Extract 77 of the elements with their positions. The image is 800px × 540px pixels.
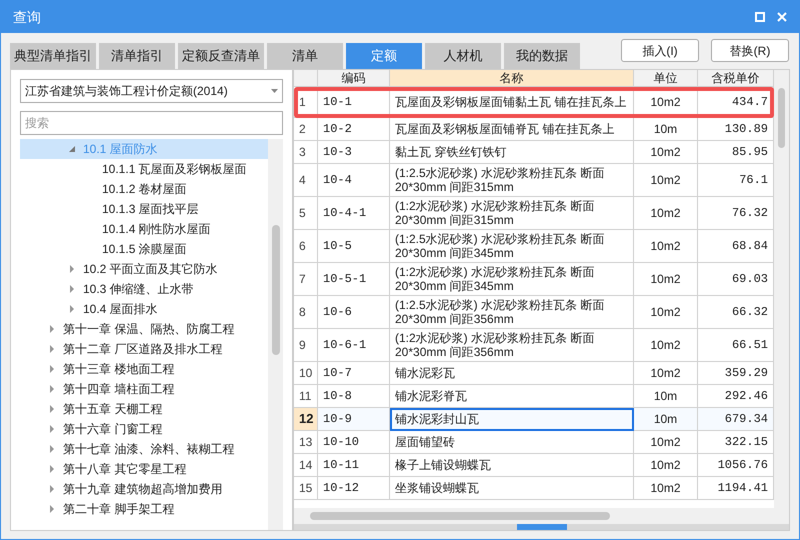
column-header[interactable]: 名称 (390, 70, 634, 87)
table-row[interactable]: 15 10-12 坐浆铺设蝴蝶瓦 10m2 1194.41 (294, 477, 774, 500)
tree-item[interactable]: 10.2 平面立面及其它防水 (20, 259, 268, 279)
tree-item[interactable]: 10.3 伸缩缝、止水带 (20, 279, 268, 299)
tree-item[interactable]: 10.1.4 刚性防水屋面 (20, 219, 268, 239)
collapse-arrow-icon[interactable] (69, 145, 75, 153)
table-row[interactable]: 3 10-3 黏土瓦 穿铁丝钉铁钉 10m2 85.95 (294, 141, 774, 164)
table-row[interactable]: 5 10-4-1 (1:2水泥砂浆) 水泥砂浆粉挂瓦条 断面 20*30mm 间距315mm 10m2 76.32 (294, 197, 774, 230)
expand-arrow-icon[interactable] (49, 365, 55, 373)
window-title: 查询 (13, 8, 41, 26)
action-button[interactable]: 替换(R) (711, 39, 789, 62)
expand-arrow-icon[interactable] (49, 485, 55, 493)
tree-item[interactable]: 第十七章 油漆、涂料、裱糊工程 (20, 439, 268, 459)
tree-item[interactable]: 10.4 屋面排水 (20, 299, 268, 319)
expand-arrow-icon[interactable] (49, 385, 55, 393)
table-row[interactable]: 14 10-11 椽子上铺设蝴蝶瓦 10m2 1056.76 (294, 454, 774, 477)
tab[interactable]: 定额反查清单 (178, 43, 264, 69)
expand-arrow-icon[interactable] (49, 445, 55, 453)
table-cell: 铺水泥彩脊瓦 (390, 385, 634, 408)
table-row[interactable]: 13 10-10 屋面铺望砖 10m2 322.15 (294, 431, 774, 454)
tree-item[interactable]: 第二十章 脚手架工程 (20, 499, 268, 519)
expand-arrow-icon[interactable] (49, 325, 55, 333)
tab[interactable]: 我的数据 (504, 43, 580, 69)
expand-arrow-icon[interactable] (69, 305, 75, 313)
table-cell: 坐浆铺设蝴蝶瓦 (390, 477, 634, 500)
tab[interactable]: 典型清单指引 (10, 43, 96, 69)
tree-item[interactable]: 第十五章 天棚工程 (20, 399, 268, 419)
quota-dropdown[interactable]: 江苏省建筑与装饰工程计价定额(2014) (20, 79, 283, 103)
expand-arrow-icon[interactable] (49, 465, 55, 473)
tree-item[interactable]: 第十八章 其它零星工程 (20, 459, 268, 479)
splitter-handle[interactable] (294, 524, 789, 530)
action-button[interactable]: 插入(I) (621, 39, 699, 62)
maximize-icon[interactable] (755, 12, 765, 22)
table-row[interactable]: 9 10-6-1 (1:2水泥砂浆) 水泥砂浆粉挂瓦条 断面 20*30mm 间距356mm 10m2 66.51 (294, 329, 774, 362)
tree-item[interactable]: 10.1.2 卷材屋面 (20, 179, 268, 199)
row-number: 12 (294, 408, 318, 431)
tree-item[interactable]: 第十一章 保温、隔热、防腐工程 (20, 319, 268, 339)
table-row[interactable]: 12 10-9 铺水泥彩封山瓦 10m 679.34 (294, 408, 774, 431)
column-header[interactable]: 单位 (634, 70, 698, 87)
tab[interactable]: 清单 (267, 43, 343, 69)
tree-item[interactable]: 第十二章 厂区道路及排水工程 (20, 339, 268, 359)
table-cell: 铺水泥彩封山瓦 (390, 408, 634, 431)
close-icon[interactable] (777, 12, 787, 22)
expand-arrow-icon[interactable] (69, 285, 75, 293)
tree-item[interactable]: 第十四章 墙柱面工程 (20, 379, 268, 399)
tab[interactable]: 人材机 (425, 43, 501, 69)
tab[interactable]: 清单指引 (99, 43, 175, 69)
vertical-scrollbar[interactable] (774, 70, 789, 508)
table-cell: 10-12 (318, 477, 390, 500)
table-row[interactable]: 10 10-7 铺水泥彩瓦 10m2 359.29 (294, 362, 774, 385)
table-row[interactable]: 4 10-4 (1:2.5水泥砂浆) 水泥砂浆粉挂瓦条 断面 20*30mm 间距315mm 10m2 76.1 (294, 164, 774, 197)
search-field[interactable]: 搜索 (20, 111, 283, 135)
expand-arrow-icon[interactable] (49, 505, 55, 513)
table-row[interactable]: 7 10-5-1 (1:2水泥砂浆) 水泥砂浆粉挂瓦条 断面 20*30mm 间距345mm 10m2 69.03 (294, 263, 774, 296)
tree-item[interactable]: 第十三章 楼地面工程 (20, 359, 268, 379)
expand-arrow-icon[interactable] (49, 345, 55, 353)
expand-arrow-icon[interactable] (49, 405, 55, 413)
table-row[interactable]: 6 10-5 (1:2.5水泥砂浆) 水泥砂浆粉挂瓦条 断面 20*30mm 间距345mm 10m2 68.84 (294, 230, 774, 263)
expand-arrow-icon[interactable] (69, 265, 75, 273)
table-row[interactable]: 11 10-8 铺水泥彩脊瓦 10m 292.46 (294, 385, 774, 408)
horizontal-scrollbar[interactable] (294, 508, 789, 524)
table-row[interactable]: 8 10-6 (1:2.5水泥砂浆) 水泥砂浆粉挂瓦条 断面 20*30mm 间距356mm 10m2 66.32 (294, 296, 774, 329)
vertical-scrollbar[interactable] (268, 139, 283, 530)
table-cell: 10m2 (634, 477, 698, 500)
column-header[interactable]: 编码 (318, 70, 390, 87)
table-row[interactable]: 1 10-1 瓦屋面及彩钢板屋面铺黏土瓦 铺在挂瓦条上 10m2 434.7 (294, 87, 774, 118)
row-number: 15 (294, 477, 318, 500)
tree-item[interactable]: 10.1.5 涂膜屋面 (20, 239, 268, 259)
expand-arrow-icon[interactable] (49, 425, 55, 433)
tree-item[interactable]: 第十六章 门窗工程 (20, 419, 268, 439)
column-header[interactable]: 含税单价 (698, 70, 774, 87)
caret-icon (271, 89, 278, 93)
dropdown-value: 江苏省建筑与装饰工程计价定额(2014) (25, 83, 228, 100)
tree-item[interactable]: 第十九章 建筑物超高增加费用 (20, 479, 268, 499)
tree-item[interactable]: 10.1.1 瓦屋面及彩钢板屋面 (20, 159, 268, 179)
tree-item[interactable]: 10.1.3 屋面找平层 (20, 199, 268, 219)
table-row[interactable]: 2 10-2 瓦屋面及彩钢板屋面铺脊瓦 铺在挂瓦条上 10m 130.89 (294, 118, 774, 141)
